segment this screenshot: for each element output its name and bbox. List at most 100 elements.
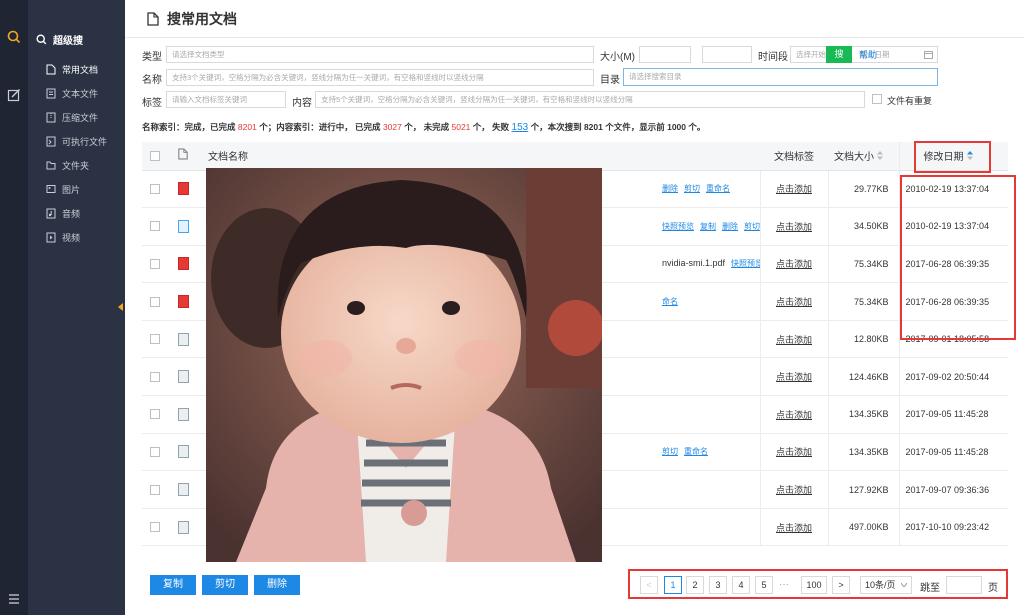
row-action-link[interactable]: 重命名 — [706, 184, 730, 193]
add-tag-link[interactable]: 点击添加 — [776, 297, 812, 307]
add-tag-link[interactable]: 点击添加 — [776, 184, 812, 194]
add-tag-link[interactable]: 点击添加 — [776, 410, 812, 420]
prev-page-button[interactable]: < — [640, 576, 658, 594]
help-link[interactable]: 帮助 — [859, 48, 877, 61]
size-min-input[interactable] — [639, 46, 691, 63]
menu-icon[interactable] — [7, 592, 21, 606]
search-icon[interactable] — [7, 30, 21, 44]
sort-icon[interactable] — [877, 151, 883, 163]
file-size: 134.35KB — [827, 433, 899, 472]
search-button[interactable]: 搜 — [826, 46, 852, 63]
type-label: 类型 — [142, 52, 162, 63]
row-action-link[interactable]: 复制 — [700, 222, 716, 231]
modified-date: 2017-09-05 11:45:28 — [898, 395, 1008, 434]
goto-page-input[interactable] — [946, 576, 982, 594]
next-page-button[interactable]: > — [832, 576, 850, 594]
gen-file-icon — [178, 332, 189, 346]
row-action-link[interactable]: 剪切 — [662, 447, 678, 456]
row-action-link[interactable]: 删除 — [662, 184, 678, 193]
date-values-highlight — [900, 175, 1016, 340]
per-page-value: 10条/页 — [865, 580, 896, 590]
text-file-icon — [46, 88, 56, 99]
file-size: 75.34KB — [827, 245, 899, 284]
col-size-header[interactable]: 文档大小 — [828, 142, 899, 171]
type-select[interactable]: 请选择文档类型 — [166, 46, 594, 63]
sidebar-header[interactable]: 超级搜 — [36, 32, 83, 47]
row-action-link[interactable]: 重命名 — [684, 447, 708, 456]
sidebar-item-1[interactable]: 常用文档 — [46, 63, 98, 76]
sidebar-item-6[interactable]: 图片 — [46, 183, 80, 196]
row-checkbox[interactable] — [150, 409, 160, 420]
dir-label: 目录 — [600, 75, 620, 86]
page-1-button[interactable]: 1 — [664, 576, 682, 594]
row-action-link[interactable]: 剪切 — [684, 184, 700, 193]
calendar-icon — [924, 51, 933, 59]
page-4-button[interactable]: 4 — [732, 576, 750, 594]
stat-text-1: 名称索引：完成，已完成 — [142, 122, 236, 132]
file-size: 134.35KB — [827, 395, 899, 434]
content-label: 内容 — [292, 98, 312, 109]
page-5-button[interactable]: 5 — [755, 576, 773, 594]
file-size: 29.77KB — [827, 170, 899, 209]
row-checkbox[interactable] — [150, 446, 160, 457]
sidebar-item-label: 常用文档 — [62, 65, 99, 75]
sidebar-title: 超级搜 — [53, 36, 83, 47]
child-photo-image — [206, 168, 602, 562]
page-last-button[interactable]: 100 — [801, 576, 827, 594]
content-input[interactable]: 支持5个关键词，空格分隔为必含关键词，竖线分隔为任一关键词，有空格和竖线时以竖线… — [315, 91, 865, 108]
row-action-link[interactable]: 删除 — [722, 222, 738, 231]
size-max-input[interactable] — [702, 46, 752, 63]
row-action-link[interactable]: 快照预览 — [662, 222, 694, 231]
sidebar-item-2[interactable]: 文本文件 — [46, 87, 98, 100]
select-all-checkbox[interactable] — [150, 150, 160, 161]
delete-button[interactable]: 删除 — [254, 575, 300, 595]
row-checkbox[interactable] — [150, 334, 160, 345]
dir-select[interactable]: 请选择搜索目录 — [623, 68, 938, 86]
sidebar-item-4[interactable]: 可执行文件 — [46, 135, 107, 148]
collapse-arrow-icon[interactable] — [118, 303, 123, 311]
edit-icon[interactable] — [7, 88, 21, 102]
sidebar-item-8[interactable]: 视频 — [46, 231, 80, 244]
row-checkbox[interactable] — [150, 484, 160, 495]
add-tag-link[interactable]: 点击添加 — [776, 523, 812, 533]
row-checkbox[interactable] — [150, 221, 160, 232]
sidebar-item-3[interactable]: 压缩文件 — [46, 111, 98, 124]
stat-text-5: 个，本次搜到 8201 个文件，显示前 1000 个。 — [530, 122, 706, 132]
date-header-highlight — [914, 141, 991, 173]
add-tag-link[interactable]: 点击添加 — [776, 447, 812, 457]
row-action-link[interactable]: 命名 — [662, 297, 678, 306]
size-label: 大小(M) — [600, 52, 635, 63]
tag-input[interactable]: 请输入文档标签关键词 — [166, 91, 286, 108]
row-checkbox[interactable] — [150, 371, 160, 382]
add-tag-link[interactable]: 点击添加 — [776, 259, 812, 269]
gen-file-icon — [178, 445, 189, 459]
video-icon — [46, 232, 56, 243]
modified-date: 2017-09-05 11:45:28 — [898, 433, 1008, 472]
stat-failed-link[interactable]: 153 — [512, 122, 529, 133]
index-status: 名称索引：完成，已完成 8201 个；内容索引：进行中， 已完成 3027 个，… — [142, 121, 705, 133]
row-action-link[interactable]: 快照预览 — [731, 259, 760, 268]
row-checkbox[interactable] — [150, 258, 160, 269]
add-tag-link[interactable]: 点击添加 — [776, 222, 812, 232]
row-checkbox[interactable] — [150, 183, 160, 194]
page-3-button[interactable]: 3 — [709, 576, 727, 594]
add-tag-link[interactable]: 点击添加 — [776, 335, 812, 345]
add-tag-link[interactable]: 点击添加 — [776, 372, 812, 382]
copy-button[interactable]: 复制 — [150, 575, 196, 595]
duplicate-checkbox[interactable] — [872, 94, 882, 104]
icon-rail — [0, 0, 28, 615]
file-name[interactable]: nvidia-smi.1.pdf — [662, 258, 725, 268]
gen-file-icon — [178, 407, 189, 421]
per-page-select[interactable]: 10条/页 — [860, 576, 912, 594]
sidebar-item-7[interactable]: 音频 — [46, 207, 80, 220]
add-tag-link[interactable]: 点击添加 — [776, 485, 812, 495]
image-icon — [46, 185, 56, 193]
cut-button[interactable]: 剪切 — [202, 575, 248, 595]
row-action-link[interactable]: 剪切 — [744, 222, 760, 231]
row-checkbox[interactable] — [150, 522, 160, 533]
page-2-button[interactable]: 2 — [686, 576, 704, 594]
name-input[interactable]: 支持3个关键词，空格分隔为必含关键词，竖线分隔为任一关键词，有空格和竖线时以竖线… — [166, 69, 594, 86]
row-checkbox[interactable] — [150, 296, 160, 307]
gen-file-icon — [178, 370, 189, 384]
sidebar-item-5[interactable]: 文件夹 — [46, 159, 89, 172]
